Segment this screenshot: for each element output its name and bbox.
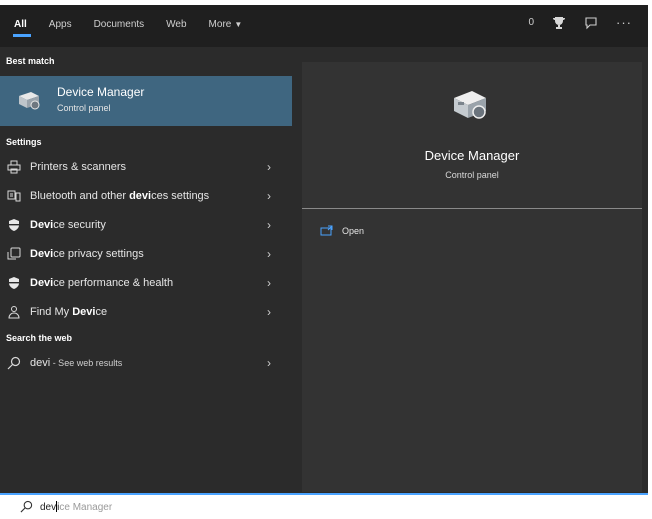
web-result-item[interactable]: devi - See web results › <box>0 349 292 378</box>
settings-item-label: Device performance & health <box>30 277 173 289</box>
open-label: Open <box>342 225 365 236</box>
tab-documents[interactable]: Documents <box>94 19 145 30</box>
settings-item-printers[interactable]: Printers & scanners › <box>0 153 292 182</box>
section-search-web: Search the web <box>6 333 73 343</box>
privacy-device-icon <box>7 247 21 260</box>
best-match-item[interactable]: Device Manager Control panel <box>0 76 292 126</box>
chevron-right-icon[interactable]: › <box>267 189 271 203</box>
label-pre: Printers & scanners <box>30 161 126 173</box>
label-match: Devi <box>30 248 54 260</box>
search-panel: All Apps Documents Web More ▼ 0 ··· Best … <box>0 5 648 493</box>
tab-more-label: More <box>208 19 232 30</box>
label-match: Devi <box>30 277 54 289</box>
more-options-icon[interactable]: ··· <box>616 15 632 30</box>
top-right-controls: 0 ··· <box>528 15 632 30</box>
autocomplete-suggestion: ce Manager <box>59 502 113 513</box>
search-icon <box>7 356 21 370</box>
trophy-icon[interactable] <box>552 16 566 30</box>
search-icon <box>20 500 33 513</box>
tab-apps[interactable]: Apps <box>49 19 72 30</box>
settings-item-device-security[interactable]: Device security › <box>0 211 292 240</box>
search-bar[interactable]: device Manager <box>0 493 648 519</box>
top-bar: All Apps Documents Web More ▼ 0 ··· <box>0 5 648 47</box>
label-post: ce security <box>53 219 106 231</box>
tab-more[interactable]: More ▼ <box>209 19 243 30</box>
chevron-right-icon[interactable]: › <box>267 356 271 370</box>
device-manager-icon <box>454 91 486 119</box>
settings-item-label: Device security <box>30 219 106 231</box>
chevron-right-icon[interactable]: › <box>267 276 271 290</box>
preview-subtitle: Control panel <box>445 170 499 180</box>
printer-icon <box>7 160 21 174</box>
points-count: 0 <box>528 17 534 28</box>
label-match: devi <box>129 190 152 202</box>
label-post: ce privacy settings <box>53 248 144 260</box>
filter-tabs: All Apps Documents Web More ▼ <box>13 19 264 37</box>
chevron-right-icon[interactable]: › <box>267 305 271 319</box>
settings-item-find-my-device[interactable]: Find My Device › <box>0 298 292 327</box>
chevron-right-icon[interactable]: › <box>267 160 271 174</box>
label-pre: Bluetooth and other <box>30 190 130 202</box>
label-post: ce performance & health <box>53 277 174 289</box>
section-best-match: Best match <box>6 56 55 66</box>
settings-item-label: Printers & scanners <box>30 161 126 173</box>
feedback-icon[interactable] <box>584 16 598 30</box>
person-location-icon <box>8 306 20 319</box>
section-settings: Settings <box>6 137 42 147</box>
web-query: devi <box>30 357 51 369</box>
preview-title: Device Manager <box>424 148 520 163</box>
settings-item-device-privacy[interactable]: Device privacy settings › <box>0 240 292 269</box>
caret-down-icon: ▼ <box>234 20 243 29</box>
typed-text: dev <box>40 502 57 513</box>
best-match-title: Device Manager <box>57 85 145 99</box>
shield-icon <box>9 219 19 231</box>
settings-item-label: Bluetooth and other devices settings <box>30 190 209 202</box>
label-pre: Find My <box>30 306 73 318</box>
device-manager-icon <box>19 92 40 110</box>
label-post: ces settings <box>151 190 210 202</box>
results-list: Best match Device Manager Control panel … <box>0 47 292 493</box>
preview-pane: Device Manager Control panel Open <box>302 62 642 492</box>
search-input[interactable]: device Manager <box>40 501 112 513</box>
web-suffix: - See web results <box>50 358 123 368</box>
shield-icon <box>9 277 19 289</box>
settings-item-bluetooth[interactable]: Bluetooth and other devices settings › <box>0 182 292 211</box>
bluetooth-devices-icon <box>7 190 21 202</box>
label-match: Devi <box>72 306 96 318</box>
tab-all[interactable]: All <box>13 19 31 37</box>
chevron-right-icon[interactable]: › <box>267 247 271 261</box>
divider <box>302 208 642 209</box>
settings-item-label: Device privacy settings <box>30 248 144 260</box>
web-result-label: devi - See web results <box>30 357 122 369</box>
open-icon <box>320 225 333 236</box>
best-match-subtitle: Control panel <box>57 103 111 113</box>
label-post: ce <box>95 306 108 318</box>
open-action[interactable]: Open <box>320 225 364 236</box>
label-match: Devi <box>30 219 54 231</box>
chevron-right-icon[interactable]: › <box>267 218 271 232</box>
settings-item-device-performance[interactable]: Device performance & health › <box>0 269 292 298</box>
tab-web[interactable]: Web <box>166 19 186 30</box>
settings-item-label: Find My Device <box>30 306 107 318</box>
